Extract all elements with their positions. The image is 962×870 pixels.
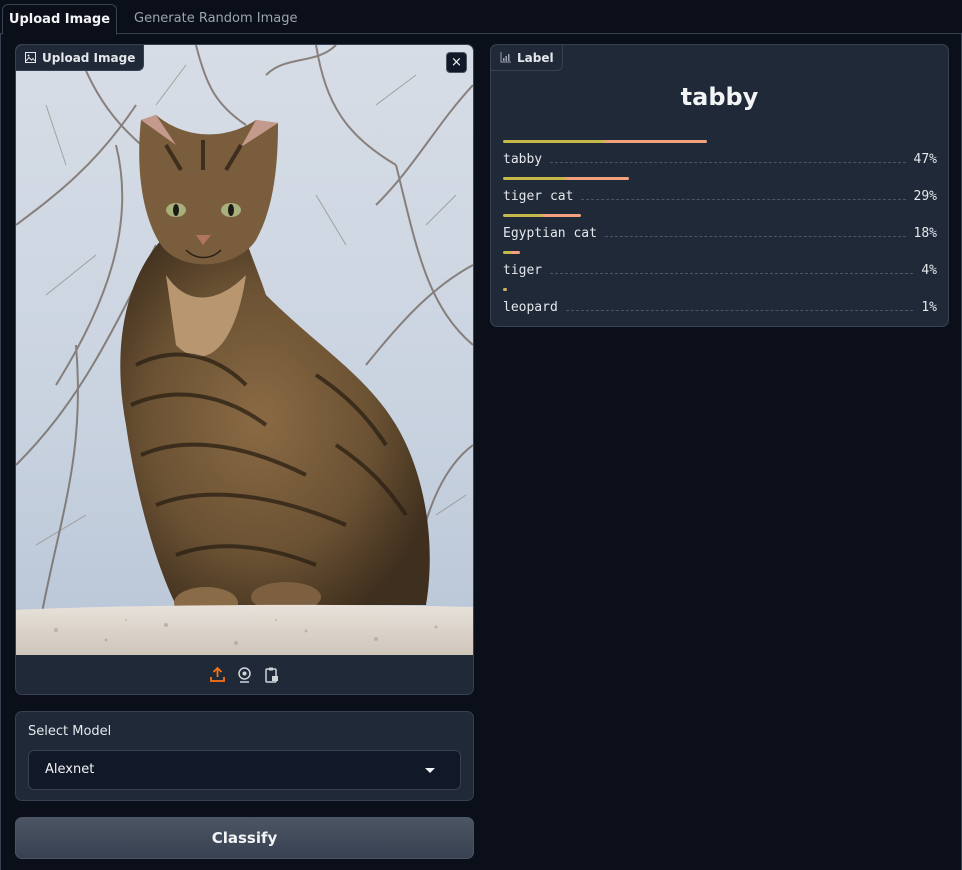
image-input-panel: Upload Image × [15,44,474,695]
bar-chart-icon [500,52,511,63]
confidence-row[interactable]: tiger cat 29% [503,177,937,207]
image-panel-badge: Upload Image [16,45,145,71]
confidence-label: leopard [503,300,558,315]
model-dropdown-value: Alexnet [45,762,95,777]
image-source-toolbar [16,655,473,694]
webcam-icon[interactable] [236,666,253,683]
confidence-bar [503,177,629,180]
confidence-row[interactable]: Egyptian cat 18% [503,214,937,244]
model-select-panel: Select Model Alexnet [15,711,474,801]
confidence-row[interactable]: tabby 47% [503,140,937,170]
tab-bar: Upload Image Generate Random Image [0,0,962,35]
clear-image-button[interactable]: × [446,52,467,73]
chevron-down-icon [425,768,435,773]
dotted-leader [550,264,914,274]
confidence-row[interactable]: tiger 4% [503,251,937,281]
confidence-percent: 1% [921,300,937,315]
confidence-bar [503,214,581,217]
label-panel-badge: Label [491,45,563,71]
confidence-percent: 18% [913,226,937,241]
uploaded-image [16,45,473,655]
confidence-percent: 47% [913,152,937,167]
tab-generate-random-image[interactable]: Generate Random Image [118,4,314,35]
confidence-percent: 29% [913,189,937,204]
label-output-panel: Label tabby tabby 47% tiger cat 29% Egyp… [490,44,949,327]
confidence-bar [503,251,520,254]
dotted-leader [604,227,906,237]
confidence-label: tabby [503,152,543,167]
upload-icon[interactable] [209,666,226,683]
model-dropdown[interactable]: Alexnet [28,750,461,790]
confidence-bar [503,140,707,143]
tab-upload-image[interactable]: Upload Image [2,4,117,35]
image-panel-label: Upload Image [42,50,136,65]
confidence-bar [503,288,507,291]
model-select-label: Select Model [28,724,112,739]
confidence-percent: 4% [921,263,937,278]
predicted-label: tabby [680,83,759,111]
confidence-label: Egyptian cat [503,226,597,241]
dotted-leader [565,301,914,311]
dotted-leader [550,153,906,163]
clipboard-icon[interactable] [263,666,280,683]
classify-button[interactable]: Classify [15,817,474,859]
dotted-leader [581,190,906,200]
label-panel-label: Label [517,50,554,65]
image-icon [25,52,36,63]
confidence-label: tiger [503,263,543,278]
confidence-label: tiger cat [503,189,574,204]
confidence-row[interactable]: leopard 1% [503,288,937,318]
